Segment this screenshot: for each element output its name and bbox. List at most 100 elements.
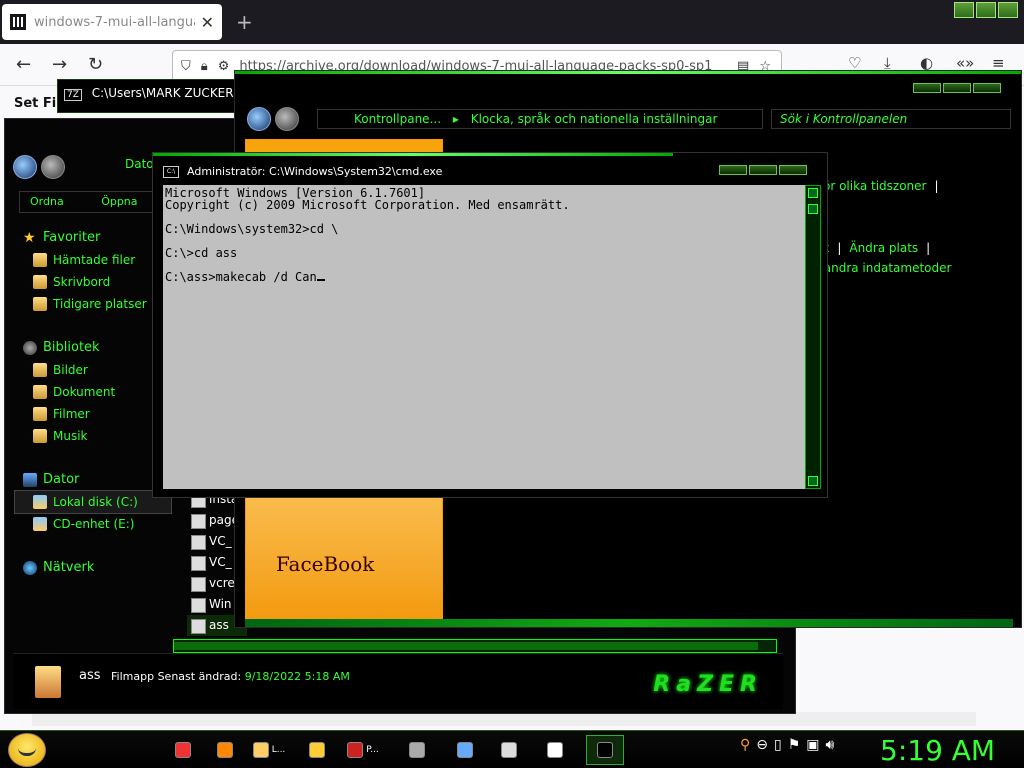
scroll-up-icon[interactable]: [808, 188, 818, 198]
network-icon[interactable]: ▣: [806, 737, 819, 753]
taskbar-firefox-button[interactable]: [206, 735, 244, 765]
reload-icon[interactable]: ↻: [88, 54, 103, 75]
taskbar-notepad-button[interactable]: [490, 735, 528, 765]
cp-status-strip: [245, 619, 1013, 627]
maximize-button[interactable]: [749, 165, 777, 175]
taskbar-cmd-button[interactable]: [586, 735, 624, 765]
timezone-link[interactable]: ör olika tidszoner: [823, 179, 926, 193]
facebook-image-text: FaceBook: [276, 552, 375, 576]
volume-icon[interactable]: 🔊︎: [826, 737, 835, 753]
page-heading-fragment: Set Fi: [14, 96, 57, 111]
nav-item-label: Tidigare platser: [53, 297, 147, 311]
shutdown-icon[interactable]: ⊖: [756, 737, 768, 753]
nav-item-label: Dokument: [53, 385, 116, 399]
nav-item-label: Bibliotek: [43, 340, 100, 355]
cp-nav-buttons: [247, 107, 299, 134]
taskbar-printer-button[interactable]: [398, 735, 436, 765]
close-button[interactable]: [998, 2, 1018, 18]
network-icon: [23, 561, 37, 575]
forward-icon[interactable]: →: [52, 54, 67, 75]
firefox-icon: [217, 742, 233, 758]
nav-item[interactable]: Lokal disk (C:): [14, 490, 172, 514]
permissions-icon[interactable]: ⚙︎: [218, 59, 230, 74]
cmd-icon: [597, 742, 613, 758]
back-icon[interactable]: [13, 155, 37, 179]
documents-icon: [33, 385, 47, 399]
cp-search-input[interactable]: Sök i Kontrollpanelen: [771, 109, 1011, 129]
star-icon: ★: [23, 230, 36, 246]
minimize-button[interactable]: [954, 2, 974, 18]
file-icon[interactable]: ▯: [774, 737, 782, 753]
console-output[interactable]: Microsoft Windows [Version 6.1.7601] Copy…: [163, 185, 805, 489]
taskbar-emoji-app-button[interactable]: [298, 735, 336, 765]
nav-item[interactable]: Nätverk: [15, 557, 171, 579]
start-button[interactable]: [8, 733, 46, 767]
nav-item[interactable]: Musik: [15, 425, 171, 447]
nav-item-label: Skrivbord: [53, 275, 111, 289]
console-scrollbar[interactable]: [805, 185, 821, 489]
videos-icon: [33, 407, 47, 421]
archive-favicon-icon: [10, 14, 26, 30]
nav-item[interactable]: Dator: [15, 469, 171, 491]
tab-bar: windows-7-mui-all-language-p ✕ +: [0, 0, 1024, 44]
taskbar-item-label: L...: [271, 745, 286, 755]
nav-item[interactable]: Tidigare platser: [15, 293, 171, 315]
flag-icon[interactable]: ⚑: [788, 737, 801, 753]
nav-item[interactable]: Filmer: [15, 403, 171, 425]
nav-item[interactable]: Hämtade filer: [15, 249, 171, 271]
breadcrumb-current[interactable]: Klocka, språk och nationella inställning…: [471, 112, 718, 126]
emoji-app-icon: [309, 742, 325, 758]
clock[interactable]: 5:19 AM: [880, 734, 995, 767]
open-button[interactable]: Öppna: [101, 195, 137, 208]
smiley-icon: [18, 748, 36, 756]
taskbar-control-panel-button[interactable]: [446, 735, 484, 765]
nav-item-label: Favoriter: [43, 230, 101, 245]
change-location-link[interactable]: Ändra plats: [849, 241, 918, 255]
maximize-button[interactable]: [976, 2, 996, 18]
details-modified-label: Senast ändrad:: [157, 670, 242, 683]
minimize-button[interactable]: [719, 165, 747, 175]
nav-item[interactable]: Dokument: [15, 381, 171, 403]
page-horizontal-scrollbar[interactable]: [32, 712, 976, 726]
breadcrumb-root[interactable]: Kontrollpane...: [354, 112, 441, 126]
nav-item[interactable]: Bibliotek: [15, 337, 171, 359]
taskbar-item-label: P...: [366, 745, 379, 755]
window-top-glow: [153, 153, 673, 156]
taskbar-7zip-button[interactable]: [536, 735, 574, 765]
organize-button[interactable]: Ordna: [30, 195, 64, 208]
notepad-icon: [501, 742, 517, 758]
nav-item[interactable]: Bilder: [15, 359, 171, 381]
scroll-thumb[interactable]: [808, 204, 818, 214]
nav-item[interactable]: ★ Favoriter: [15, 227, 171, 249]
browser-tab[interactable]: windows-7-mui-all-language-p ✕: [2, 4, 222, 40]
close-button[interactable]: [973, 83, 1001, 93]
explorer-horizontal-scrollbar[interactable]: [173, 639, 777, 653]
music-icon: [33, 429, 47, 443]
search-icon[interactable]: ⚲: [740, 737, 750, 753]
details-type: Filmapp: [111, 670, 155, 683]
cmd-title: Administratör: C:\Windows\System32\cmd.e…: [187, 165, 443, 178]
cp-address-bar[interactable]: Kontrollpane... ▸ Klocka, språk och nati…: [317, 109, 763, 129]
scroll-down-icon[interactable]: [808, 476, 818, 486]
shield-icon[interactable]: ⛉: [181, 59, 191, 74]
forward-icon[interactable]: [274, 107, 299, 131]
input-methods-link[interactable]: r andra indatametoder: [815, 261, 951, 275]
taskbar-chrome-button[interactable]: [164, 735, 202, 765]
console-line-text: C:\ass>makecab /d Can: [165, 270, 317, 284]
control-panel-icon: [457, 742, 473, 758]
lock-icon[interactable]: 🔒︎: [201, 59, 208, 74]
back-icon[interactable]: [247, 107, 271, 131]
nav-item[interactable]: Skrivbord: [15, 271, 171, 293]
new-tab-icon[interactable]: +: [236, 10, 253, 34]
tab-close-icon[interactable]: ✕: [201, 13, 214, 32]
taskbar-app-p-button[interactable]: P...: [344, 735, 382, 765]
razer-logo: RaZER: [653, 672, 763, 697]
forward-icon[interactable]: [40, 155, 65, 179]
taskbar-explorer-button[interactable]: L...: [250, 735, 288, 765]
nav-item[interactable]: CD-enhet (E:): [15, 513, 171, 535]
maximize-button[interactable]: [943, 83, 971, 93]
back-icon[interactable]: ←: [16, 54, 31, 75]
details-modified-value: 9/18/2022 5:18 AM: [244, 670, 350, 683]
minimize-button[interactable]: [913, 83, 941, 93]
close-button[interactable]: [779, 165, 807, 175]
